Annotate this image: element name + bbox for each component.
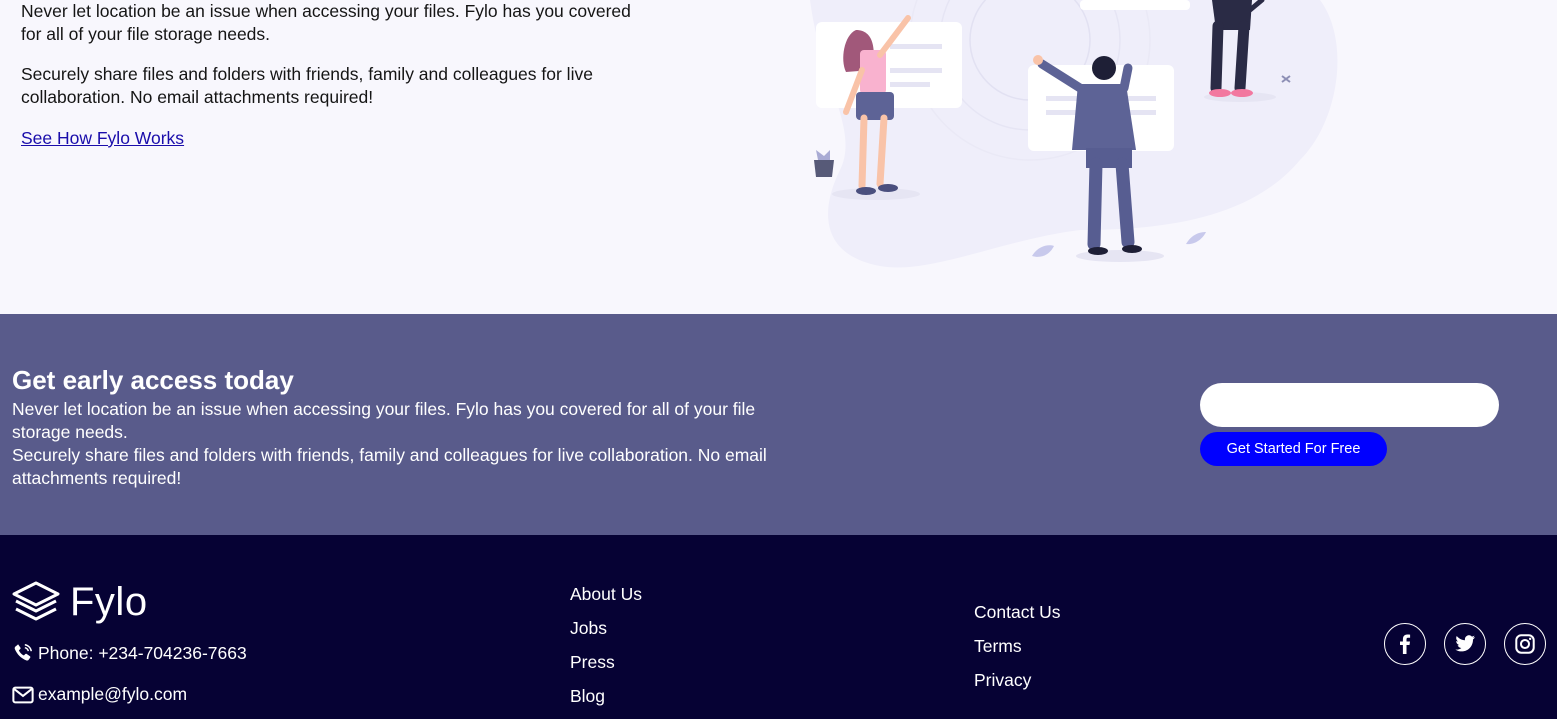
footer-links-primary: About Us Jobs Press Blog xyxy=(570,583,642,719)
twitter-link[interactable] xyxy=(1444,623,1486,665)
instagram-icon xyxy=(1515,634,1535,654)
early-access-text-1: Never let location be an issue when acce… xyxy=(12,399,756,442)
brand-wordmark: Fylo xyxy=(70,580,148,624)
footer-link-blog[interactable]: Blog xyxy=(570,685,642,708)
footer-link-jobs[interactable]: Jobs xyxy=(570,617,642,640)
early-access-title: Get early access today xyxy=(12,365,294,395)
email-contact: example@fylo.com xyxy=(12,684,187,705)
facebook-icon xyxy=(1400,634,1411,654)
twitter-icon xyxy=(1455,635,1476,652)
phone-icon xyxy=(14,644,32,661)
see-how-fylo-works-link[interactable]: See How Fylo Works xyxy=(21,127,184,150)
hero-paragraph-2: Securely share files and folders with fr… xyxy=(21,64,593,107)
phone-text: Phone: +234-704236-7663 xyxy=(38,642,247,663)
stacked-layers-icon xyxy=(12,581,60,621)
mail-icon xyxy=(12,686,34,703)
footer-link-press[interactable]: Press xyxy=(570,651,642,674)
early-access-section: Get early access today Never let locatio… xyxy=(0,314,1557,535)
footer-link-contact-us[interactable]: Contact Us xyxy=(974,601,1061,624)
early-access-description: Never let location be an issue when acce… xyxy=(12,398,772,490)
footer: Fylo Phone: +234-704236-7663 example@fyl… xyxy=(0,535,1557,719)
early-access-text-2: Securely share files and folders with fr… xyxy=(12,445,767,488)
footer-links-secondary: Contact Us Terms Privacy xyxy=(974,601,1061,703)
phone-contact: Phone: +234-704236-7663 xyxy=(12,642,247,664)
facebook-link[interactable] xyxy=(1384,623,1426,665)
productive-section: Never let location be an issue when acce… xyxy=(0,0,1557,314)
email-input[interactable] xyxy=(1200,383,1499,427)
fylo-logo[interactable]: Fylo xyxy=(12,580,148,624)
get-started-button[interactable]: Get Started For Free xyxy=(1200,432,1387,466)
hero-paragraph-1: Never let location be an issue when acce… xyxy=(21,1,631,44)
footer-link-about-us[interactable]: About Us xyxy=(570,583,642,606)
social-links xyxy=(1384,623,1557,665)
email-text: example@fylo.com xyxy=(38,684,188,704)
collaboration-illustration xyxy=(810,0,1338,268)
footer-link-privacy[interactable]: Privacy xyxy=(974,669,1061,692)
instagram-link[interactable] xyxy=(1504,623,1546,665)
footer-link-terms[interactable]: Terms xyxy=(974,635,1061,658)
